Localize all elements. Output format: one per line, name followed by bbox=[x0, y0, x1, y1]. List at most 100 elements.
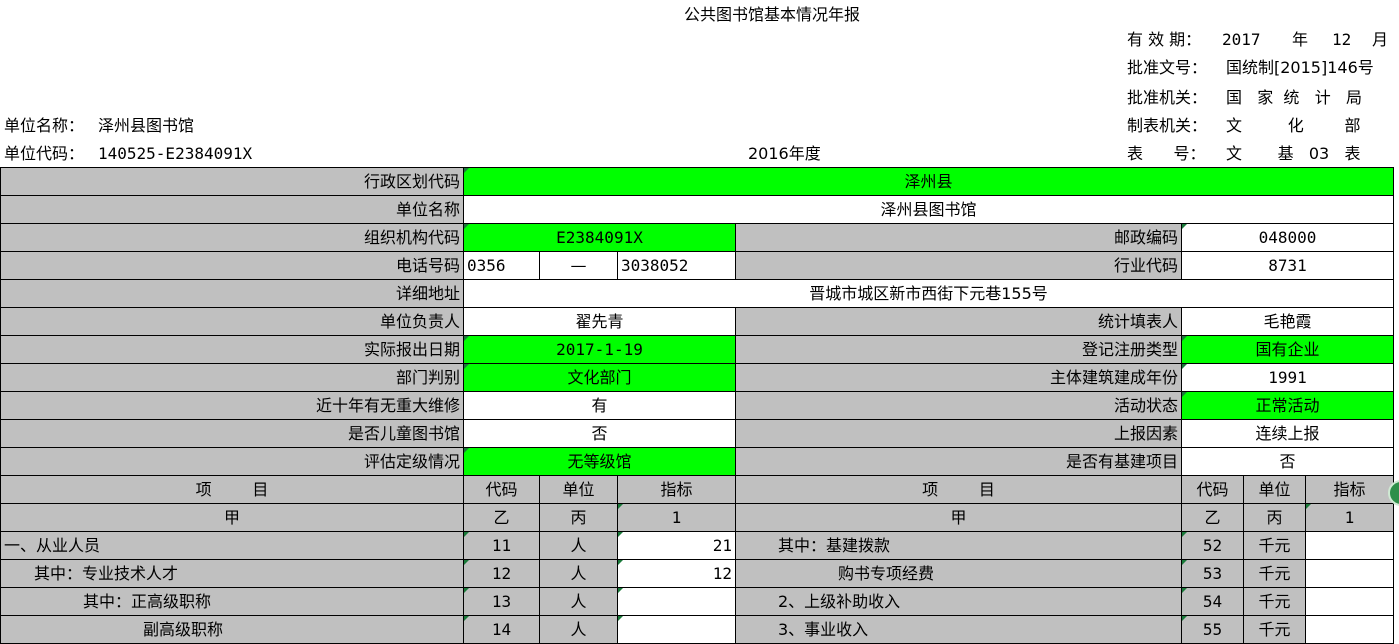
table-row: 其中：正高级职称 13 人 2、上级补助收入 54 千元 bbox=[0, 587, 1394, 616]
row-value-left[interactable] bbox=[617, 587, 736, 616]
children-label: 是否儿童图书馆 bbox=[0, 419, 464, 448]
row-unit-right: 千元 bbox=[1243, 531, 1306, 560]
row-item-right: 3、事业收入 bbox=[735, 615, 1182, 644]
build-year-label: 主体建筑建成年份 bbox=[735, 363, 1182, 392]
approval-no-label: 批准文号： bbox=[1127, 58, 1208, 77]
row-unit-name: 单位名称 泽州县图书馆 bbox=[0, 195, 1394, 224]
activity-cell[interactable]: 正常活动 bbox=[1181, 391, 1394, 420]
row-value-left[interactable]: 12 bbox=[617, 559, 736, 588]
unit-code-label: 单位代码： bbox=[4, 144, 85, 163]
col-1-left: 1 bbox=[617, 503, 736, 532]
row-unit-left: 人 bbox=[539, 531, 618, 560]
row-item-right: 其中：基建拨款 bbox=[735, 531, 1182, 560]
row-repair: 近十年有无重大维修 有 活动状态 正常活动 bbox=[0, 391, 1394, 420]
postcode-label: 邮政编码 bbox=[735, 223, 1182, 252]
row-item-left: 副高级职称 bbox=[0, 615, 464, 644]
industry-code-label: 行业代码 bbox=[735, 251, 1182, 280]
build-year-cell[interactable]: 1991 bbox=[1181, 363, 1394, 392]
head-label: 单位负责人 bbox=[0, 307, 464, 336]
col-index-right: 指标 bbox=[1305, 475, 1394, 504]
row-code-left: 13 bbox=[463, 587, 540, 616]
table-row: 一、从业人员 11 人 21 其中：基建拨款 52 千元 bbox=[0, 531, 1394, 560]
filler-cell[interactable]: 毛艳霞 bbox=[1181, 307, 1394, 336]
repair-cell[interactable]: 有 bbox=[463, 391, 736, 420]
phone-separator: — bbox=[539, 251, 618, 280]
phone-area-cell[interactable]: 0356 bbox=[463, 251, 540, 280]
row-unit-right: 千元 bbox=[1243, 559, 1306, 588]
row-unit-left: 人 bbox=[539, 587, 618, 616]
row-value-left[interactable]: 21 bbox=[617, 531, 736, 560]
address-label: 详细地址 bbox=[0, 279, 464, 308]
postcode-cell[interactable]: 048000 bbox=[1181, 223, 1394, 252]
valid-period-year-unit: 年 bbox=[1292, 30, 1309, 49]
phone-number-cell[interactable]: 3038052 bbox=[617, 251, 736, 280]
col-item-right: 项 目 bbox=[735, 475, 1182, 504]
report-factor-cell[interactable]: 连续上报 bbox=[1181, 419, 1394, 448]
head-cell[interactable]: 翟先青 bbox=[463, 307, 736, 336]
form-no-label: 表 号： bbox=[1127, 144, 1206, 163]
form-org-label: 制表机关： bbox=[1127, 116, 1208, 135]
col-1-right: 1 bbox=[1305, 503, 1394, 532]
reg-type-cell[interactable]: 国有企业 bbox=[1181, 335, 1394, 364]
children-cell[interactable]: 否 bbox=[463, 419, 736, 448]
row-region-code: 行政区划代码 泽州县 bbox=[0, 167, 1394, 196]
col-c-left: 丙 bbox=[539, 503, 618, 532]
col-a-right: 甲 bbox=[735, 503, 1182, 532]
org-code-label: 组织机构代码 bbox=[0, 223, 464, 252]
form-no: 文 基 03 表 bbox=[1226, 144, 1361, 163]
row-value-right[interactable] bbox=[1305, 587, 1394, 616]
infra-label: 是否有基建项目 bbox=[735, 447, 1182, 476]
repair-label: 近十年有无重大维修 bbox=[0, 391, 464, 420]
col-b-left: 乙 bbox=[463, 503, 540, 532]
valid-period-month: 12 bbox=[1332, 30, 1352, 49]
row-item-right: 2、上级补助收入 bbox=[735, 587, 1182, 616]
dept-cell[interactable]: 文化部门 bbox=[463, 363, 736, 392]
unit-name-label: 单位名称： bbox=[4, 116, 85, 135]
row-unit-right: 千元 bbox=[1243, 615, 1306, 644]
row-report-date: 实际报出日期 2017-1-19 登记注册类型 国有企业 bbox=[0, 335, 1394, 364]
valid-period-month-unit: 月 bbox=[1372, 30, 1389, 49]
row-value-left[interactable] bbox=[617, 615, 736, 644]
infra-cell[interactable]: 否 bbox=[1181, 447, 1394, 476]
row-unit-left: 人 bbox=[539, 615, 618, 644]
row-value-right[interactable] bbox=[1305, 531, 1394, 560]
report-grid: 行政区划代码 泽州县 单位名称 泽州县图书馆 组织机构代码 E2384091X … bbox=[0, 167, 1394, 644]
grade-label: 评估定级情况 bbox=[0, 447, 464, 476]
row-org-code: 组织机构代码 E2384091X 邮政编码 048000 bbox=[0, 223, 1394, 252]
report-date-label: 实际报出日期 bbox=[0, 335, 464, 364]
row-item-right: 购书专项经费 bbox=[735, 559, 1182, 588]
row-unit-right: 千元 bbox=[1243, 587, 1306, 616]
industry-code-cell[interactable]: 8731 bbox=[1181, 251, 1394, 280]
report-year: 2016年度 bbox=[748, 144, 821, 163]
row-unit-left: 人 bbox=[539, 559, 618, 588]
col-code-left: 代码 bbox=[463, 475, 540, 504]
row-children: 是否儿童图书馆 否 上报因素 连续上报 bbox=[0, 419, 1394, 448]
row-dept: 部门判别 文化部门 主体建筑建成年份 1991 bbox=[0, 363, 1394, 392]
valid-period-label: 有 效 期： bbox=[1127, 30, 1202, 49]
row-value-right[interactable] bbox=[1305, 559, 1394, 588]
report-date-cell[interactable]: 2017-1-19 bbox=[463, 335, 736, 364]
col-a-left: 甲 bbox=[0, 503, 464, 532]
table-row: 副高级职称 14 人 3、事业收入 55 千元 bbox=[0, 615, 1394, 644]
row-item-left: 一、从业人员 bbox=[0, 531, 464, 560]
grade-cell[interactable]: 无等级馆 bbox=[463, 447, 736, 476]
unit-name-cell[interactable]: 泽州县图书馆 bbox=[463, 195, 1394, 224]
phone-label: 电话号码 bbox=[0, 251, 464, 280]
org-code-cell[interactable]: E2384091X bbox=[463, 223, 736, 252]
address-cell[interactable]: 晋城市城区新市西街下元巷155号 bbox=[463, 279, 1394, 308]
row-phone: 电话号码 0356 — 3038052 行业代码 8731 bbox=[0, 251, 1394, 280]
activity-label: 活动状态 bbox=[735, 391, 1182, 420]
row-address: 详细地址 晋城市城区新市西街下元巷155号 bbox=[0, 279, 1394, 308]
col-index-left: 指标 bbox=[617, 475, 736, 504]
dept-label: 部门判别 bbox=[0, 363, 464, 392]
region-code-label: 行政区划代码 bbox=[0, 167, 464, 196]
col-b-right: 乙 bbox=[1181, 503, 1244, 532]
approval-no: 国统制[2015]146号 bbox=[1226, 58, 1374, 77]
row-value-right[interactable] bbox=[1305, 615, 1394, 644]
region-code-cell[interactable]: 泽州县 bbox=[463, 167, 1394, 196]
column-index-row: 甲 乙 丙 1 甲 乙 丙 1 bbox=[0, 503, 1394, 532]
filler-label: 统计填表人 bbox=[735, 307, 1182, 336]
unit-name-cell-label: 单位名称 bbox=[0, 195, 464, 224]
row-grade: 评估定级情况 无等级馆 是否有基建项目 否 bbox=[0, 447, 1394, 476]
row-item-left: 其中：专业技术人才 bbox=[0, 559, 464, 588]
